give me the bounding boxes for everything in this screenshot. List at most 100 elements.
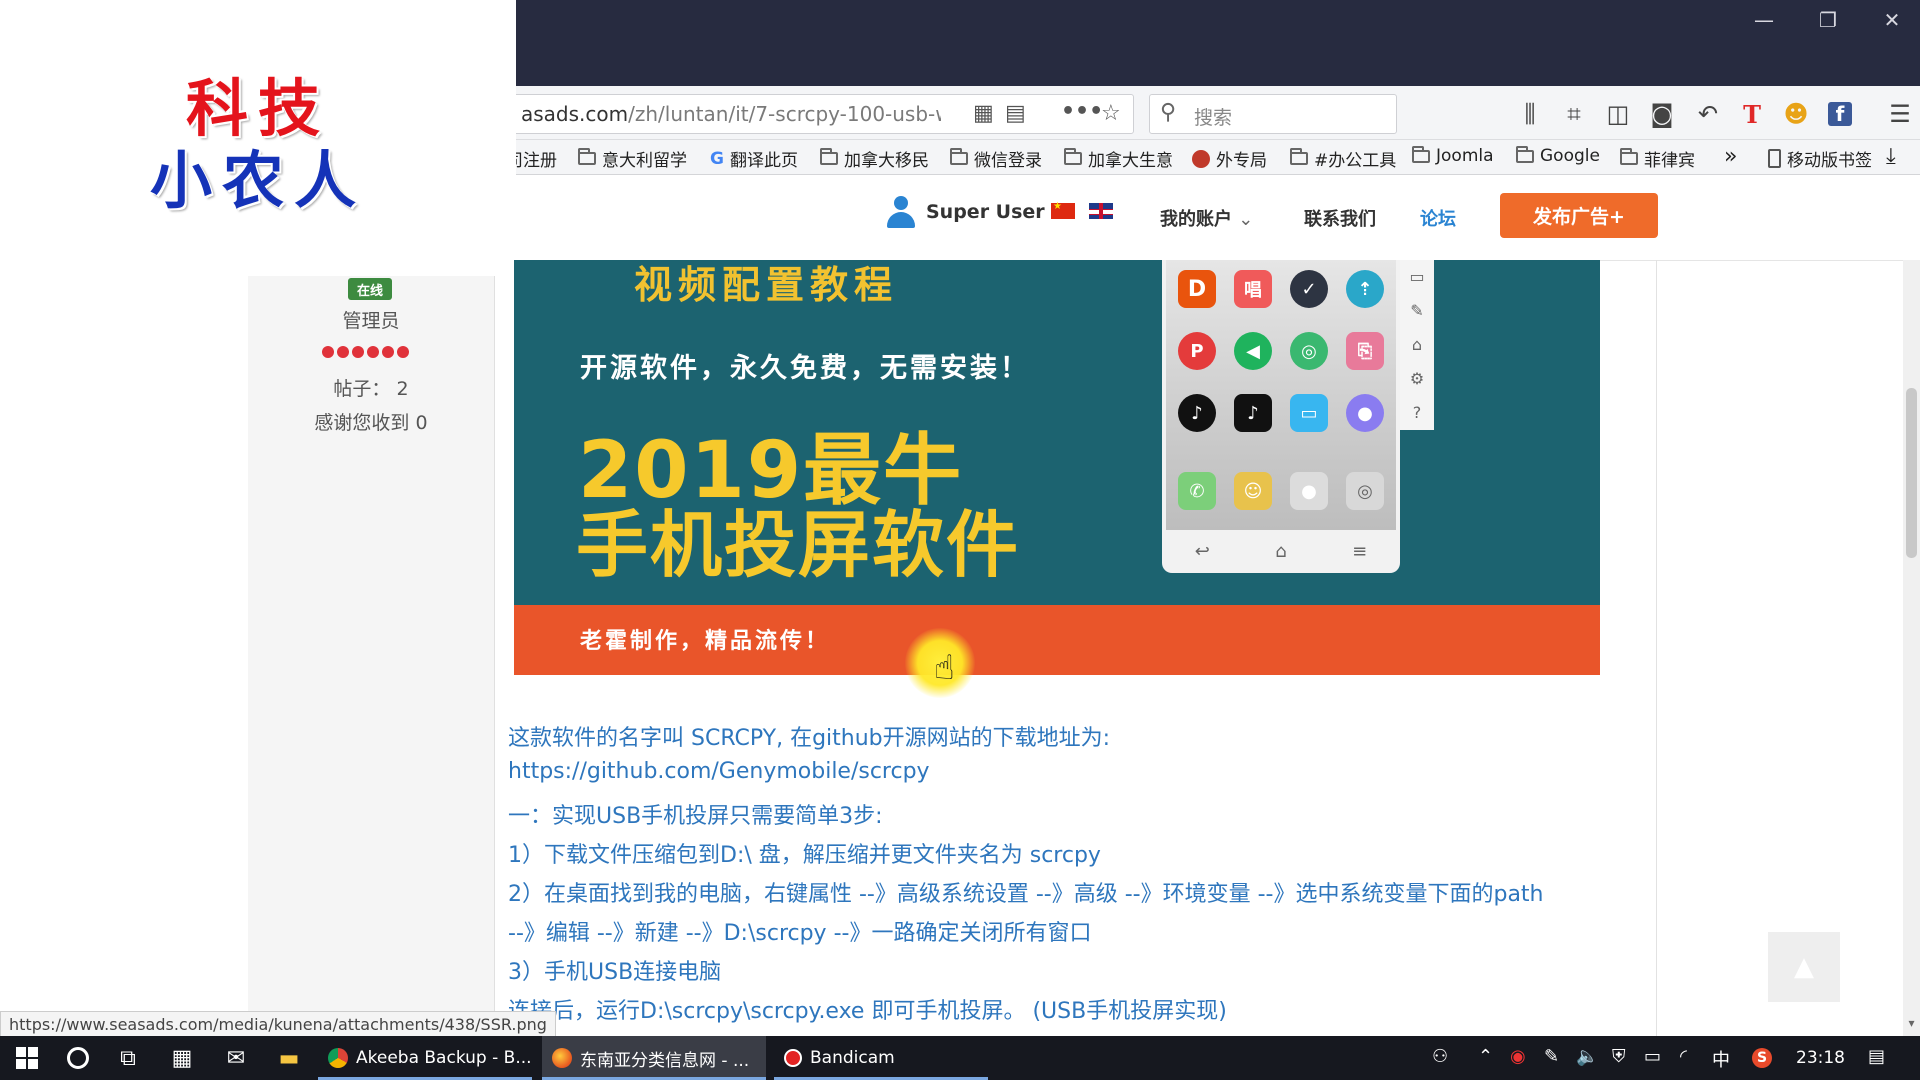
- extension-icon[interactable]: ◙: [1646, 100, 1678, 128]
- menu-icon[interactable]: ☰: [1884, 100, 1916, 128]
- task-view-icon[interactable]: ⧉: [114, 1036, 142, 1080]
- firefox-icon: [552, 1048, 572, 1068]
- wifi-icon[interactable]: ◜: [1680, 1046, 1687, 1067]
- taskbar-task-chrome[interactable]: Akeeba Backup - B...: [318, 1036, 532, 1080]
- bookmark-folder[interactable]: 微信登录: [950, 146, 1042, 171]
- author-thanks: 感谢您收到 0: [314, 412, 428, 434]
- windows-start-icon[interactable]: [12, 1036, 42, 1080]
- app-icon: ●: [1346, 394, 1384, 432]
- nav-my-account[interactable]: 我的账户 ⌄: [1160, 205, 1253, 231]
- volume-icon[interactable]: 🔈: [1576, 1046, 1598, 1067]
- bookmark-star-icon[interactable]: ☆: [1101, 101, 1121, 126]
- article-paragraph: --》编辑 --》新建 --》D:\scrcpy --》一路确定关闭所有窗口: [508, 921, 1092, 946]
- article-banner-image[interactable]: 视频配置教程 开源软件，永久免费，无需安装！ 2019最牛 手机投屏软件 D 唱…: [514, 260, 1600, 605]
- tray-chevron-icon[interactable]: ⌃: [1478, 1046, 1493, 1067]
- bookmark-folder[interactable]: 加拿大移民: [820, 146, 929, 171]
- address-bar[interactable]: asads.com/zh/luntan/it/7-scrcpy-100-usb-…: [512, 94, 1134, 134]
- banner-footer-bar: 老霍制作，精品流传！: [514, 605, 1600, 675]
- sidebar-icon[interactable]: ◫: [1602, 100, 1634, 128]
- folder-icon: [1516, 145, 1534, 163]
- chinese-flag-icon[interactable]: [1051, 201, 1075, 219]
- bookmarks-overflow-button[interactable]: »: [1724, 144, 1737, 169]
- banner-top-text: 视频配置教程: [634, 263, 899, 307]
- task-label: Bandicam: [810, 1048, 895, 1068]
- scrollbar-thumb[interactable]: [1906, 388, 1917, 558]
- taskbar-task-firefox[interactable]: 东南亚分类信息网 - ...: [542, 1036, 766, 1080]
- input-method-indicator[interactable]: 中: [1712, 1046, 1730, 1072]
- emoji-icon[interactable]: ☻: [1780, 100, 1812, 128]
- status-url: https://www.seasads.com/media/kunena/att…: [0, 1011, 556, 1038]
- bookmark-folder[interactable]: #办公工具: [1290, 146, 1396, 171]
- post-ad-button[interactable]: 发布广告+: [1500, 193, 1658, 238]
- article-paragraph: 1）下载文件压缩包到D:\ 盘，解压缩并更文件夹名为 scrcpy: [508, 843, 1101, 868]
- minimize-button[interactable]: —: [1732, 0, 1796, 40]
- author-posts: 帖子： 2: [333, 378, 409, 400]
- bookmark-folder[interactable]: 意大利留学: [578, 146, 687, 171]
- back-to-top-button[interactable]: ▲: [1768, 932, 1840, 1002]
- app-icon: ♪: [1178, 394, 1216, 432]
- shield-icon[interactable]: ⛨: [1612, 1046, 1626, 1067]
- undo-icon[interactable]: ↶: [1692, 100, 1724, 128]
- facebook-icon[interactable]: f: [1828, 102, 1852, 126]
- bookmark-folder[interactable]: 加拿大生意: [1064, 146, 1173, 171]
- folder-icon: [950, 148, 968, 165]
- bookmark-folder[interactable]: Google: [1516, 145, 1600, 166]
- nav-forum[interactable]: 论坛: [1420, 205, 1456, 231]
- record-icon[interactable]: ◉: [1510, 1046, 1526, 1067]
- bookmark-label: 加拿大移民: [844, 151, 929, 171]
- cortana-icon[interactable]: [64, 1036, 92, 1080]
- page-actions-icon[interactable]: •••: [1061, 99, 1103, 124]
- rank-dot: [397, 346, 409, 358]
- app-icon: 唱: [1234, 270, 1272, 308]
- robot-icon: ⌂: [1411, 335, 1423, 354]
- search-box[interactable]: ⚲ 搜索: [1149, 94, 1397, 134]
- github-link[interactable]: https://github.com/Genymobile/scrcpy: [508, 759, 930, 784]
- clock[interactable]: 23:18: [1796, 1048, 1845, 1068]
- menu-icon: ≡: [1352, 540, 1368, 562]
- url-text[interactable]: asads.com/zh/luntan/it/7-scrcpy-100-usb-…: [521, 102, 941, 126]
- battery-icon[interactable]: ▭: [1644, 1046, 1661, 1067]
- notification-icon[interactable]: ▤: [1868, 1046, 1885, 1067]
- app-icon: ◀: [1234, 332, 1272, 370]
- crop-icon[interactable]: ⌗: [1558, 100, 1590, 128]
- calculator-icon[interactable]: ▦: [168, 1036, 196, 1080]
- hand-cursor-icon: ☝: [934, 648, 955, 688]
- url-domain: asads.com: [521, 102, 629, 126]
- username: Super User: [926, 201, 1045, 223]
- restore-button[interactable]: ❐: [1796, 0, 1860, 40]
- bookmark-item[interactable]: G 翻译此页: [710, 146, 798, 172]
- library-icon[interactable]: ⫼: [1514, 100, 1546, 128]
- nav-contact-us[interactable]: 联系我们: [1304, 205, 1376, 231]
- help-icon: ?: [1412, 403, 1422, 422]
- bookmark-label: #办公工具: [1314, 151, 1397, 171]
- rank-dot: [322, 346, 334, 358]
- article-paragraph: 2）在桌面找到我的电脑，右键属性 --》高级系统设置 --》高级 --》环境变量…: [508, 882, 1544, 907]
- t-icon[interactable]: T: [1736, 100, 1768, 129]
- reader-view-icon[interactable]: ▤: [1005, 101, 1026, 126]
- mobile-bookmarks[interactable]: 移动版书签: [1768, 146, 1872, 171]
- bookmark-folder[interactable]: Joomla: [1412, 145, 1494, 166]
- back-icon: ↩: [1194, 540, 1210, 562]
- sogou-icon[interactable]: S: [1752, 1048, 1772, 1068]
- mail-icon[interactable]: ✉: [222, 1036, 250, 1080]
- pen-tray-icon[interactable]: ✎: [1544, 1046, 1559, 1067]
- bookmark-label: 加拿大生意: [1088, 151, 1173, 171]
- qr-code-icon[interactable]: ▦: [973, 101, 994, 126]
- bookmark-folder[interactable]: 菲律宾: [1620, 146, 1695, 171]
- close-window-button[interactable]: ✕: [1860, 0, 1920, 40]
- scroll-down-arrow-icon[interactable]: ▾: [1903, 1016, 1920, 1036]
- app-icon: ●: [1290, 472, 1328, 510]
- url-path: /zh/luntan/it/7-scrcpy-100-usb-wi: [628, 102, 941, 126]
- folder-icon: [1290, 148, 1308, 165]
- english-flag-icon[interactable]: [1089, 203, 1113, 219]
- downloads-icon[interactable]: ⤓: [1886, 144, 1896, 169]
- file-explorer-icon[interactable]: ▬: [274, 1036, 304, 1080]
- scrollbar[interactable]: [1903, 260, 1920, 1036]
- user-menu[interactable]: Super User: [886, 196, 1045, 228]
- taskbar-task-bandicam[interactable]: Bandicam: [774, 1036, 988, 1080]
- bookmark-item[interactable]: 外专局: [1192, 146, 1267, 171]
- app-icon: P: [1178, 332, 1216, 370]
- people-icon[interactable]: ⚇: [1432, 1046, 1448, 1067]
- logo-line-2: 小农人: [149, 144, 366, 217]
- rank-dot: [352, 346, 364, 358]
